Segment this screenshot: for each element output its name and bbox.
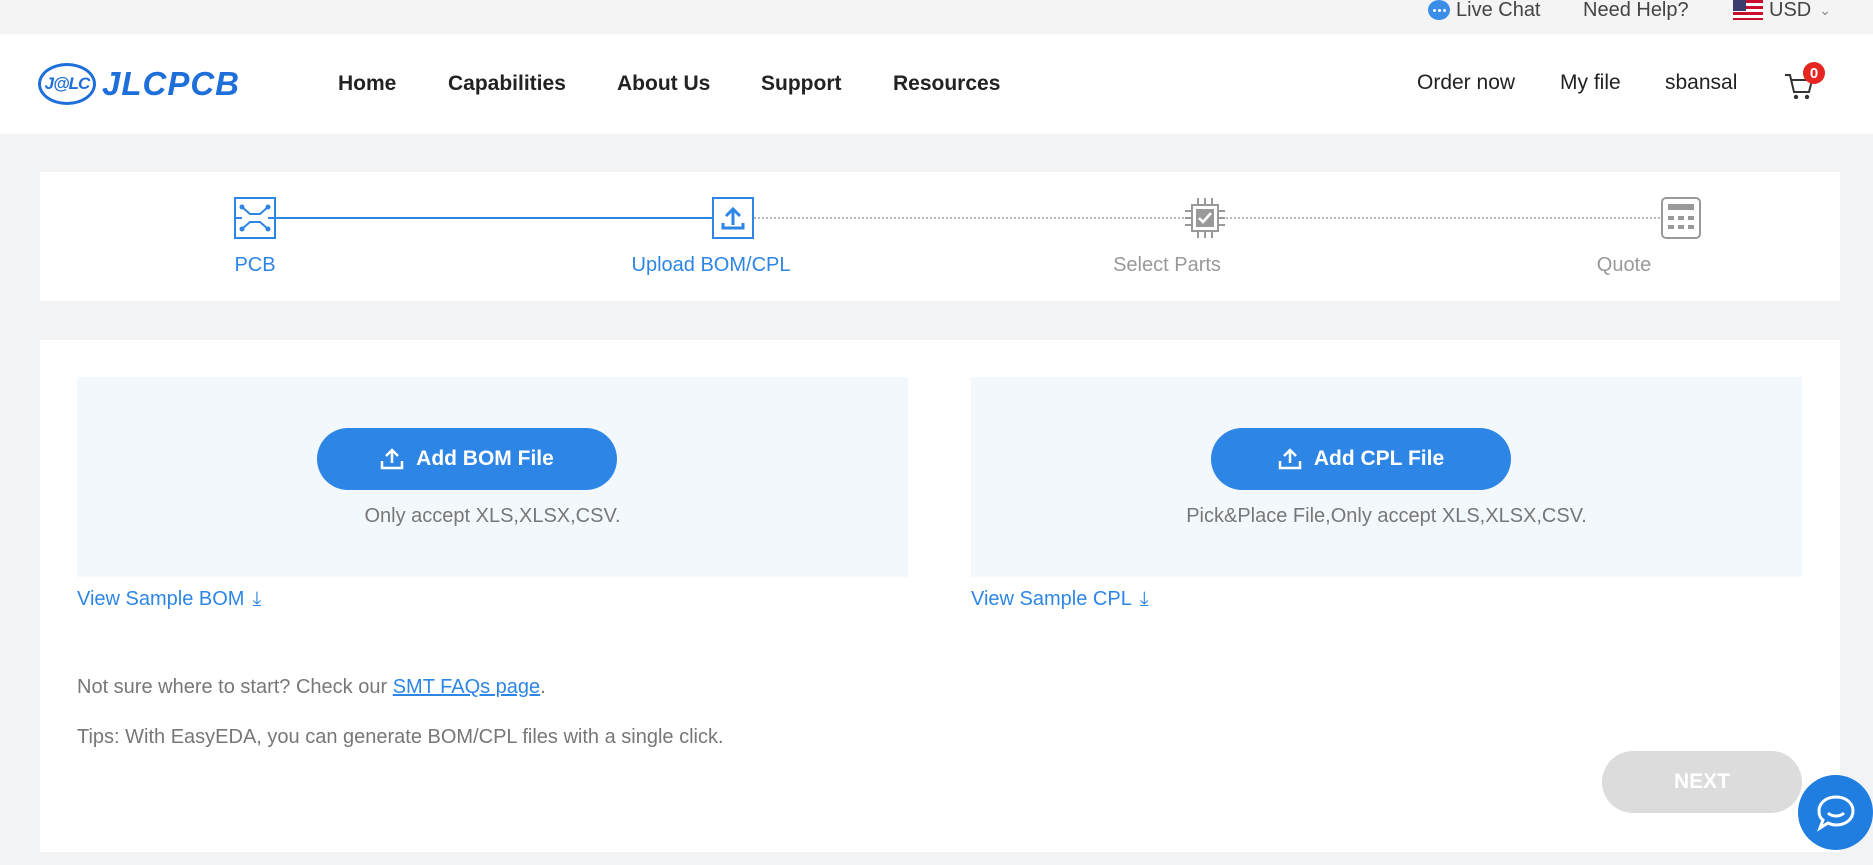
upload-icon [712, 197, 754, 239]
step-label-select-parts: Select Parts [1113, 254, 1221, 276]
nav-home[interactable]: Home [338, 72, 396, 96]
my-file-link[interactable]: My file [1560, 71, 1621, 95]
add-bom-label: Add BOM File [416, 447, 554, 470]
add-bom-button[interactable]: Add BOM File [317, 428, 617, 490]
cart-count-badge: 0 [1803, 62, 1825, 84]
step-label-upload: Upload BOM/CPL [631, 254, 791, 276]
download-icon: ⤓ [1139, 588, 1149, 610]
chip-check-icon [1184, 197, 1226, 239]
jlcpcb-logo[interactable]: J@LC JLCPCB [38, 62, 240, 106]
live-chat-link[interactable]: Live Chat [1428, 0, 1541, 21]
step-label-quote: Quote [1596, 254, 1652, 276]
chat-widget-button[interactable] [1798, 775, 1873, 850]
upload-card: Add BOM File Only accept XLS,XLSX,CSV. V… [40, 340, 1840, 852]
bom-accepted-formats: Only accept XLS,XLSX,CSV. [364, 505, 621, 527]
currency-label: USD [1769, 0, 1812, 21]
view-sample-bom-label: View Sample BOM [77, 588, 245, 610]
help-prefix: Not sure where to start? Check our [77, 676, 393, 698]
cart-button[interactable]: 0 [1783, 62, 1825, 106]
live-chat-label: Live Chat [1456, 0, 1541, 21]
view-sample-cpl-label: View Sample CPL [971, 588, 1132, 610]
step-connector [276, 217, 712, 219]
pcb-circuit-icon [234, 197, 276, 239]
top-utility-bar: Live Chat Need Help? USD ⌄ [0, 0, 1873, 34]
easyeda-tip: Tips: With EasyEDA, you can generate BOM… [77, 726, 724, 748]
main-navbar: J@LC JLCPCB Home Capabilities About Us S… [0, 34, 1873, 134]
bom-drop-zone[interactable]: Add BOM File Only accept XLS,XLSX,CSV. [77, 377, 908, 577]
view-sample-bom-link[interactable]: View Sample BOM ⤓ [77, 588, 261, 611]
add-cpl-label: Add CPL File [1313, 447, 1445, 470]
chat-bubble-icon [1428, 0, 1450, 20]
nav-support[interactable]: Support [761, 72, 841, 96]
currency-selector[interactable]: USD ⌄ [1733, 0, 1831, 21]
chevron-down-icon: ⌄ [1819, 1, 1831, 18]
step-connector [754, 217, 1184, 219]
upload-icon [380, 448, 404, 470]
logo-text: JLCPCB [102, 65, 241, 102]
need-help-link[interactable]: Need Help? [1583, 0, 1689, 21]
calculator-icon [1660, 197, 1702, 239]
chat-icon [1816, 794, 1855, 832]
next-button[interactable]: NEXT [1602, 751, 1802, 813]
cpl-drop-zone[interactable]: Add CPL File Pick&Place File,Only accept… [971, 377, 1802, 577]
upload-icon [1278, 448, 1302, 470]
step-label-pcb: PCB [234, 254, 276, 276]
view-sample-cpl-link[interactable]: View Sample CPL ⤓ [971, 588, 1149, 611]
nav-resources[interactable]: Resources [893, 72, 1000, 96]
download-icon: ⤓ [252, 588, 262, 610]
add-cpl-button[interactable]: Add CPL File [1211, 428, 1511, 490]
nav-about-us[interactable]: About Us [617, 72, 710, 96]
help-suffix: . [540, 676, 546, 698]
order-now-link[interactable]: Order now [1417, 71, 1515, 95]
logo-mark: J@LC [38, 63, 96, 105]
help-text: Not sure where to start? Check our SMT F… [77, 676, 546, 699]
order-steps: PCB Upload BOM/CPL Select Parts Quote [40, 172, 1840, 301]
step-connector [1226, 217, 1660, 219]
cpl-accepted-formats: Pick&Place File,Only accept XLS,XLSX,CSV… [1186, 505, 1587, 527]
nav-capabilities[interactable]: Capabilities [448, 72, 566, 96]
user-menu[interactable]: sbansal [1665, 71, 1737, 95]
smt-faqs-link[interactable]: SMT FAQs page [393, 676, 540, 698]
us-flag-icon [1733, 0, 1763, 20]
